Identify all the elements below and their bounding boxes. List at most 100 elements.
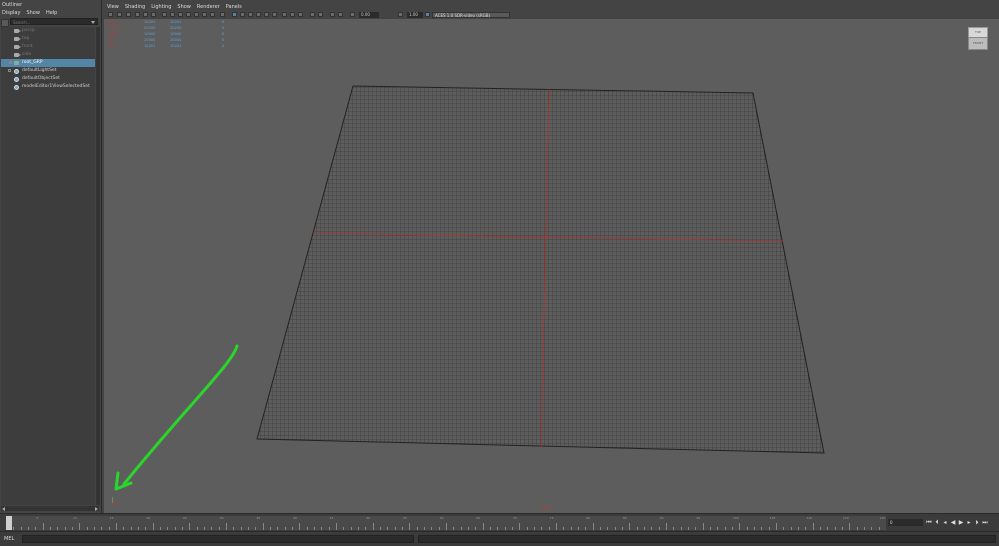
time-tick [343, 527, 345, 530]
grid-plane[interactable] [256, 85, 825, 454]
xray-icon[interactable] [310, 12, 315, 17]
viewcube-front-face[interactable]: FRONT [968, 37, 988, 50]
wireframe-icon[interactable] [232, 12, 237, 17]
backface-culling-icon[interactable] [330, 12, 335, 17]
outliner-item-modeleditor-set[interactable]: modelEditor1ViewSelectedSet [1, 83, 95, 91]
safe-title-icon[interactable] [210, 12, 215, 17]
outliner-item-defaultobjectset[interactable]: defaultObjectSet [1, 75, 95, 83]
current-frame-field[interactable]: 0 [888, 519, 923, 526]
isolate-select-icon[interactable] [220, 12, 225, 17]
outliner-item-root-grp[interactable]: root_GRP [1, 59, 95, 67]
menu-shading[interactable]: Shading [125, 3, 145, 11]
viewport-persp[interactable]: Verts: 10201 10201 0 Edges: 20200 20200 … [104, 19, 999, 513]
menu-lighting[interactable]: Lighting [151, 3, 171, 11]
step-back-frame-icon[interactable]: ◂ [942, 519, 948, 526]
time-tick [255, 527, 257, 530]
gate-mask-icon[interactable] [186, 12, 191, 17]
time-tick [57, 527, 59, 530]
time-tick-label: 105 [769, 516, 776, 520]
grid-icon[interactable] [162, 12, 167, 17]
xray-joints-icon[interactable] [318, 12, 323, 17]
time-tick [688, 527, 689, 530]
menu-panels[interactable]: Panels [226, 3, 242, 11]
outliner-item-persp[interactable]: persp [1, 27, 95, 35]
outliner-menubar: Display Show Help [0, 9, 103, 17]
current-time-indicator[interactable] [6, 516, 12, 530]
menu-renderer[interactable]: Renderer [197, 3, 220, 11]
bookmark-icon[interactable] [126, 12, 131, 17]
outliner-menu-show[interactable]: Show [26, 9, 40, 17]
play-forwards-icon[interactable]: ▶ [958, 519, 964, 526]
time-tick [607, 527, 609, 530]
time-tick [820, 527, 821, 530]
film-gate-icon[interactable] [170, 12, 175, 17]
go-to-start-icon[interactable]: ⏮ [926, 519, 932, 526]
go-to-end-icon[interactable]: ⏭ [982, 519, 988, 526]
gamma-icon[interactable] [398, 12, 403, 17]
smooth-shade-icon[interactable] [240, 12, 245, 17]
view-transform-icon[interactable] [425, 12, 430, 17]
gamma-field[interactable]: 1.00 [407, 12, 423, 18]
image-plane-icon[interactable] [135, 12, 140, 17]
command-input[interactable] [22, 535, 414, 543]
mel-label[interactable]: MEL [4, 535, 14, 543]
outliner-item-defaultlightset[interactable]: defaultLightSet [1, 67, 95, 75]
expand-icon[interactable] [8, 69, 11, 72]
outliner-item-side[interactable]: side [1, 51, 95, 59]
time-tick [204, 527, 205, 530]
time-tick [328, 527, 330, 530]
grease-pencil-icon[interactable] [151, 12, 156, 17]
time-tick [416, 527, 418, 530]
time-tick [482, 523, 484, 530]
color-space-dropdown[interactable]: ACES 1.0 SDR-video (sRGB) [432, 12, 510, 18]
time-tick [798, 527, 799, 530]
exposure-field[interactable]: 0.00 [359, 12, 379, 18]
scroll-right-icon[interactable] [95, 507, 98, 511]
expand-icon[interactable] [9, 61, 12, 64]
outliner-vertical-scrollbar[interactable] [96, 27, 100, 505]
camera-attributes-icon[interactable] [117, 12, 122, 17]
time-slider-ticks[interactable]: 1510152025303540455055606570758085909510… [6, 516, 886, 530]
outliner-panel: Outliner Display Show Help Search... per… [0, 0, 102, 513]
time-tick [64, 527, 66, 530]
time-tick [827, 527, 829, 530]
filter-icon[interactable] [1, 19, 9, 27]
outliner-item-top[interactable]: top [1, 35, 95, 43]
scroll-left-icon[interactable] [2, 507, 5, 511]
wireframe-on-shaded-icon[interactable] [248, 12, 253, 17]
outliner-horizontal-scrollbar[interactable] [1, 506, 99, 511]
time-slider[interactable]: 1510152025303540455055606570758085909510… [0, 513, 999, 532]
menu-view[interactable]: View [107, 3, 119, 11]
time-tick-label: 65 [476, 516, 481, 520]
field-chart-icon[interactable] [194, 12, 199, 17]
step-forward-frame-icon[interactable]: ▸ [966, 519, 972, 526]
textured-icon[interactable] [256, 12, 261, 17]
select-camera-icon[interactable] [108, 12, 113, 17]
resolution-gate-icon[interactable] [178, 12, 183, 17]
outliner-menu-display[interactable]: Display [2, 9, 20, 17]
viewcube[interactable]: TOP FRONT [966, 27, 988, 51]
shadows-icon[interactable] [272, 12, 277, 17]
motion-blur-icon[interactable] [290, 12, 295, 17]
outliner-search-input[interactable]: Search... [10, 18, 98, 25]
safe-action-icon[interactable] [202, 12, 207, 17]
step-back-key-icon[interactable]: ⏴ [934, 519, 940, 526]
screen-space-ao-icon[interactable] [282, 12, 287, 17]
step-forward-key-icon[interactable]: ⏵ [974, 519, 980, 526]
time-tick [402, 527, 403, 530]
exposure-icon[interactable] [350, 12, 355, 17]
use-all-lights-icon[interactable] [264, 12, 269, 17]
color-management-icon[interactable] [338, 12, 343, 17]
time-tick-label: 90 [659, 516, 664, 520]
time-tick [42, 523, 44, 530]
outliner-menu-help[interactable]: Help [46, 9, 57, 17]
scene-svg [114, 85, 825, 491]
play-backwards-icon[interactable]: ◀ [950, 519, 956, 526]
anti-aliasing-icon[interactable] [298, 12, 303, 17]
menu-show[interactable]: Show [177, 3, 191, 11]
view-axis-indicator [111, 497, 120, 507]
outliner-item-front[interactable]: front [1, 43, 95, 51]
time-tick [314, 527, 315, 530]
outliner-item-label: root_GRP [22, 60, 43, 65]
two-d-pan-zoom-icon[interactable] [143, 12, 148, 17]
